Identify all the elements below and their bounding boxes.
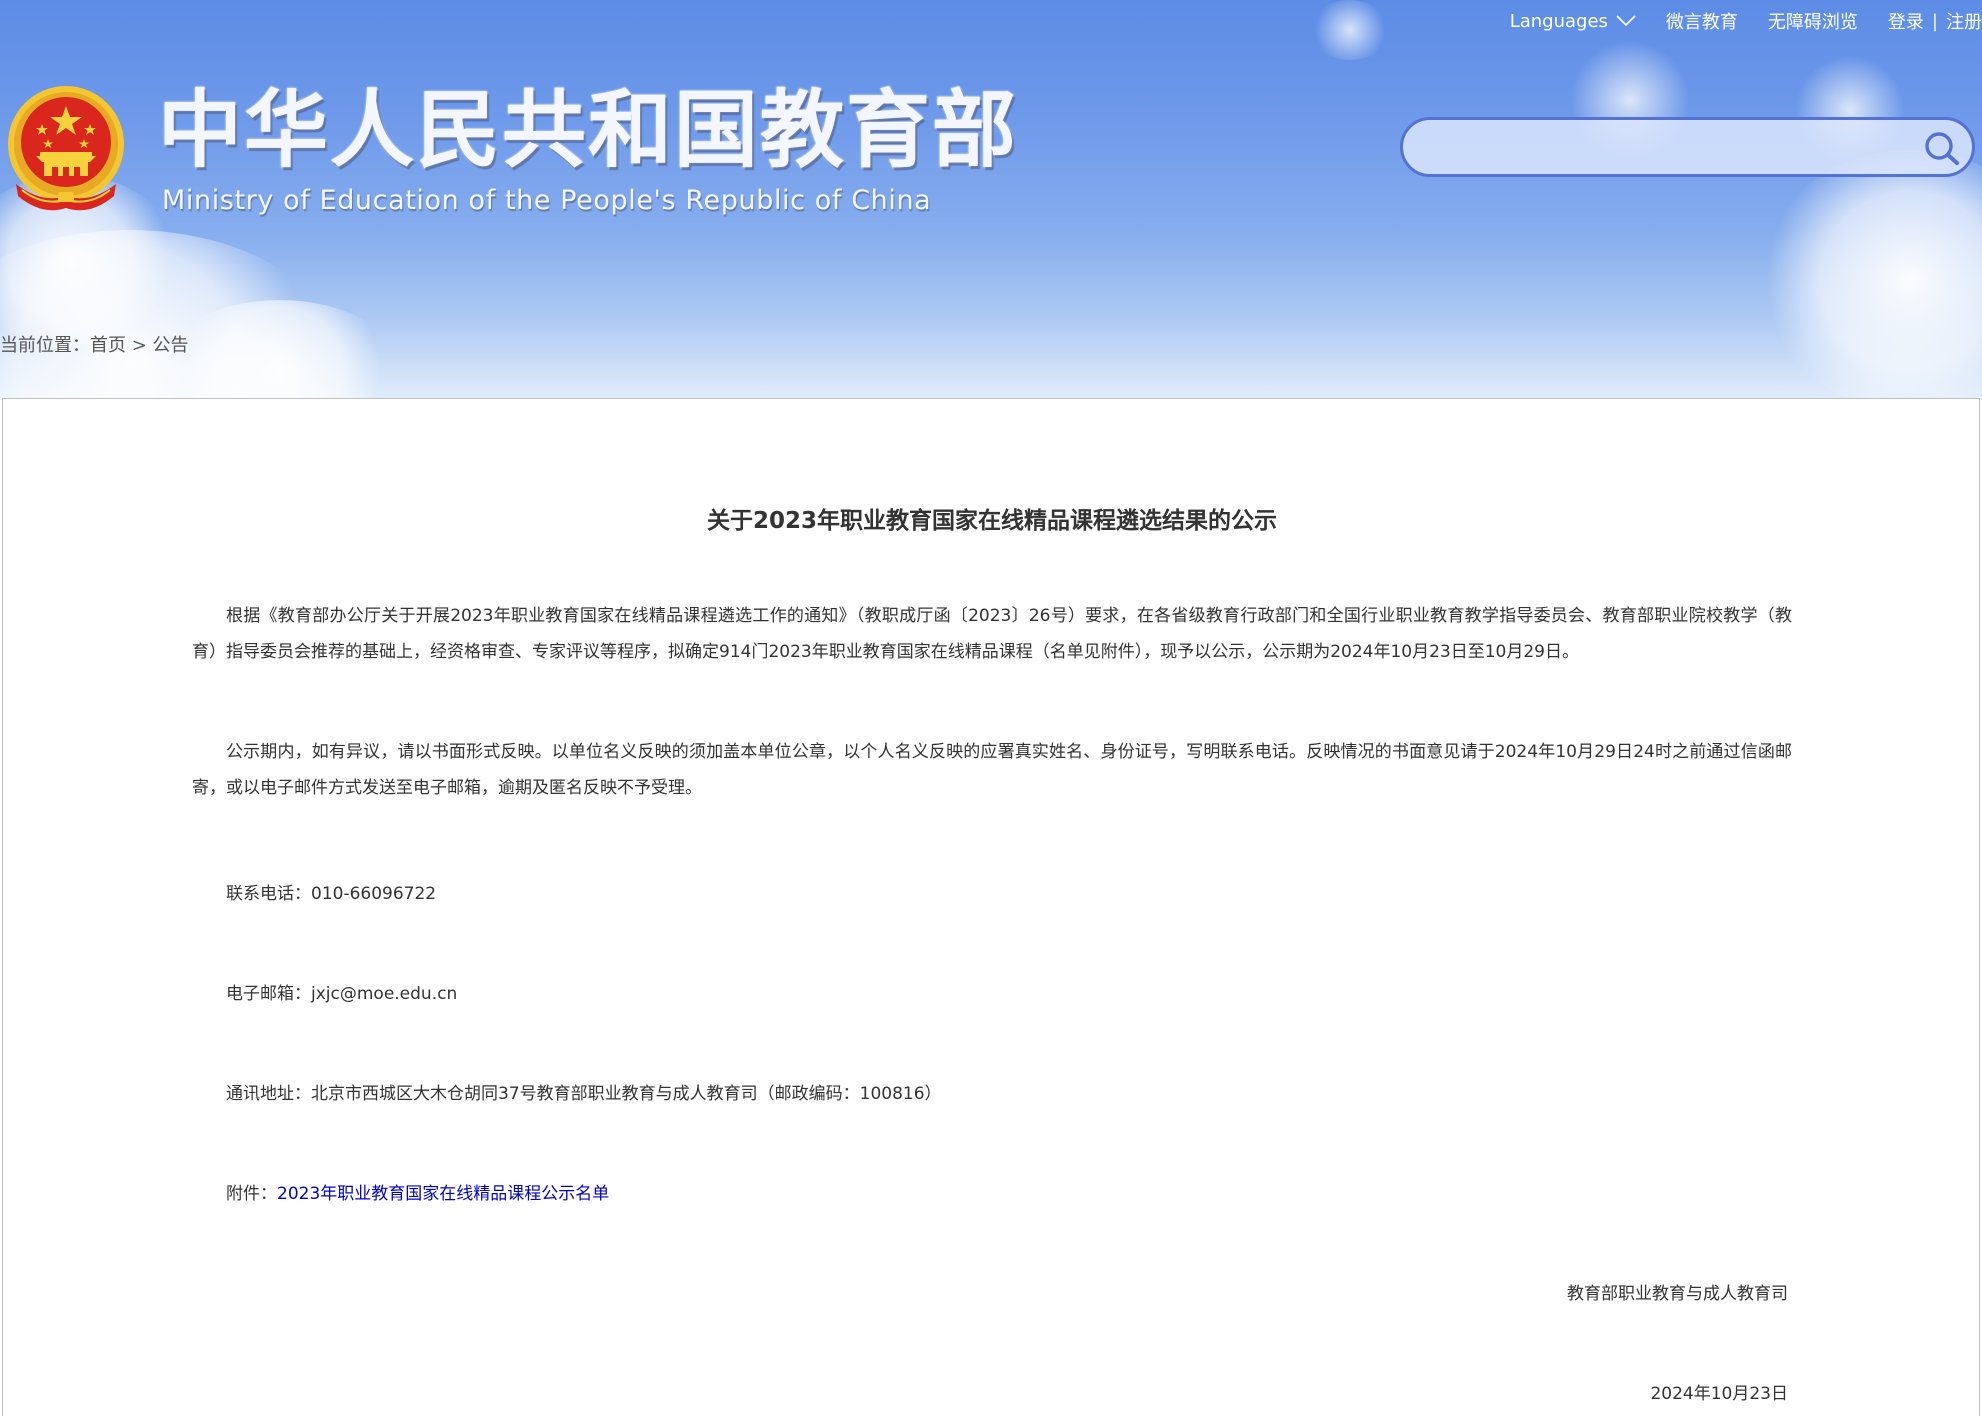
chevron-down-icon (1616, 15, 1636, 27)
article-container: 关于2023年职业教育国家在线精品课程遴选结果的公示 根据《教育部办公厅关于开展… (2, 398, 1980, 1416)
languages-dropdown[interactable]: Languages (1510, 11, 1636, 32)
attachment-label: 附件： (226, 1184, 277, 1204)
top-links: Languages 微言教育 无障碍浏览 登录 | 注册 (1510, 8, 1982, 34)
search-input[interactable] (1431, 130, 1895, 166)
accessibility-link[interactable]: 无障碍浏览 (1768, 8, 1858, 34)
contact-address: 通讯地址：北京市西城区大木仓胡同37号教育部职业教育与成人教育司（邮政编码：10… (226, 1084, 942, 1104)
issuer-signature: 教育部职业教育与成人教育司 (1567, 1284, 1788, 1304)
article-paragraph-2: 公示期内，如有异议，请以书面形式反映。以单位名义反映的须加盖本单位公章，以个人名… (192, 742, 1792, 798)
issue-date: 2024年10月23日 (1650, 1384, 1788, 1404)
contact-email: 电子邮箱：jxjc@moe.edu.cn (226, 984, 458, 1004)
search-box (1400, 117, 1975, 177)
link-separator: | (1931, 10, 1938, 32)
contact-phone: 联系电话：010-66096722 (226, 884, 437, 904)
breadcrumb: 当前位置：首页 > 公告 (0, 331, 189, 357)
article-paragraph-1: 根据《教育部办公厅关于开展2023年职业教育国家在线精品课程遴选工作的通知》（教… (192, 606, 1792, 662)
register-link[interactable]: 注册 (1946, 8, 1982, 34)
national-emblem-icon[interactable] (2, 84, 130, 224)
breadcrumb-prefix: 当前位置： (0, 335, 90, 356)
breadcrumb-current-link[interactable]: 公告 (153, 335, 189, 356)
attachment-link[interactable]: 2023年职业教育国家在线精品课程公示名单 (277, 1184, 609, 1204)
languages-label: Languages (1509, 10, 1608, 32)
search-icon[interactable] (1922, 130, 1962, 166)
site-title-chinese[interactable]: 中华人民共和国教育部 (158, 88, 1018, 172)
site-title-english[interactable]: Ministry of Education of the People's Re… (162, 187, 931, 214)
dandelion-decoration (1310, 0, 1390, 60)
login-link[interactable]: 登录 (1888, 8, 1924, 34)
weiyan-education-link[interactable]: 微言教育 (1666, 8, 1738, 34)
breadcrumb-separator: > (126, 335, 153, 356)
breadcrumb-home-link[interactable]: 首页 (90, 335, 126, 356)
article-title: 关于2023年职业教育国家在线精品课程遴选结果的公示 (706, 508, 1277, 534)
attachment-line: 附件：2023年职业教育国家在线精品课程公示名单 (192, 1179, 609, 1204)
site-header: Languages 微言教育 无障碍浏览 登录 | 注册 中华人民共和国教育部 … (0, 0, 1982, 400)
cloud-decoration (1760, 150, 1982, 400)
